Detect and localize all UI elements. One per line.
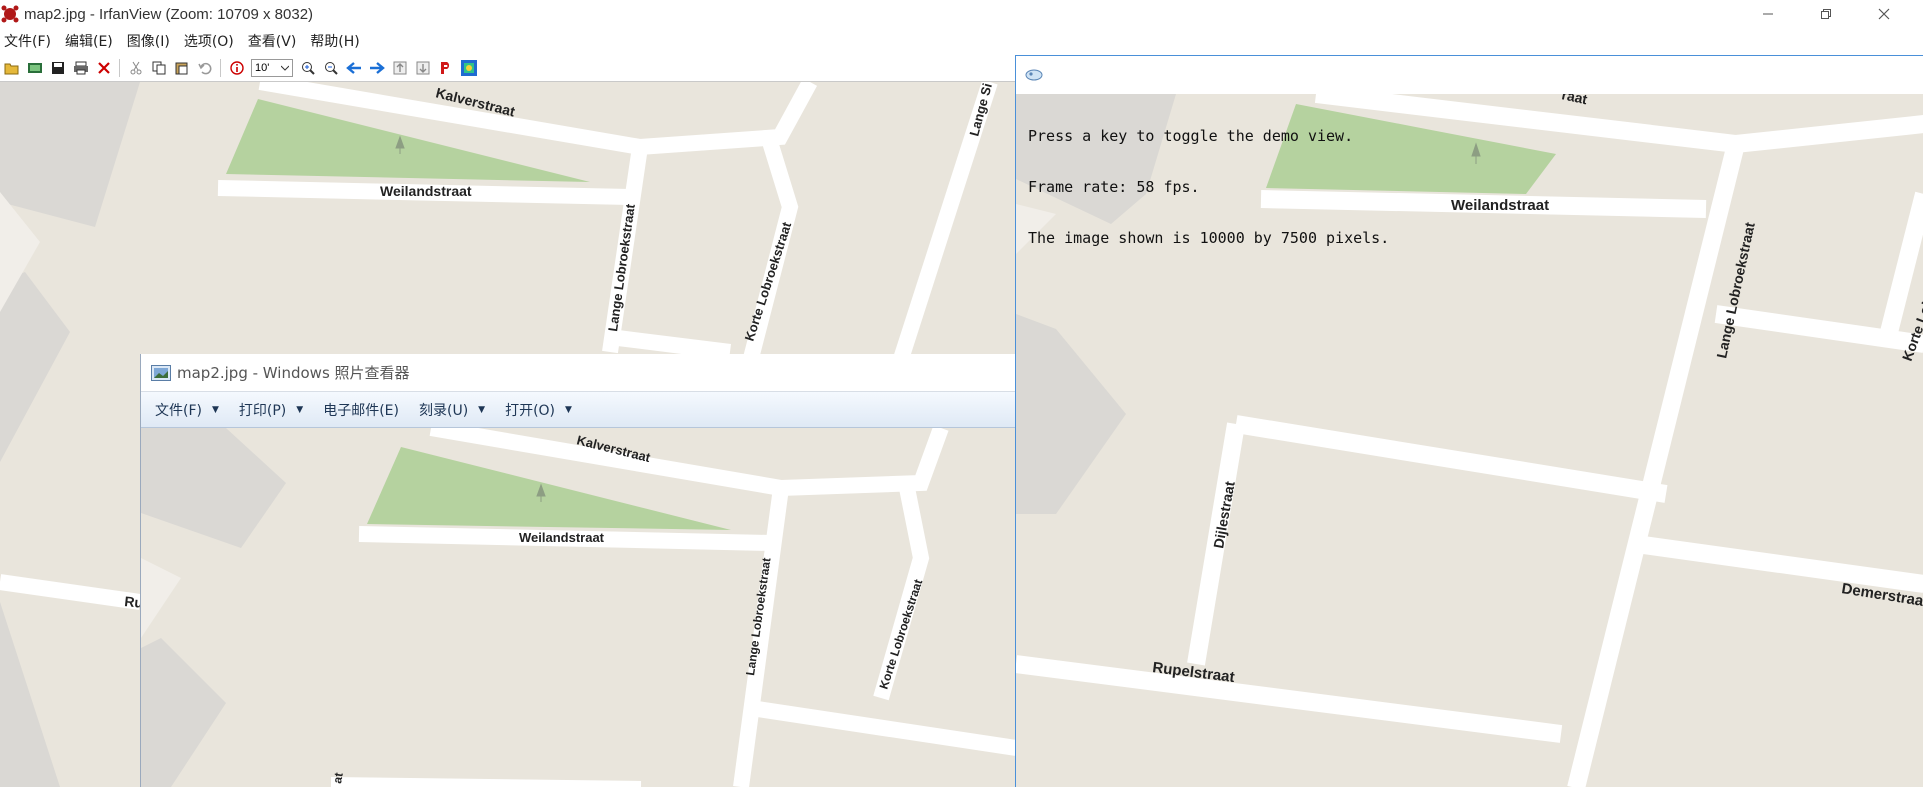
irfanview-app-icon xyxy=(0,4,20,24)
restore-icon xyxy=(1821,9,1831,19)
toolbar-divider xyxy=(220,58,221,77)
photo-viewer-title: map2.jpg - Windows 照片查看器 xyxy=(177,364,410,382)
pv-menu-label: 打印(P) xyxy=(238,402,287,419)
save-icon[interactable] xyxy=(49,59,67,77)
pv-menu-file[interactable]: 文件(F) ▼ xyxy=(155,400,219,420)
restore-button[interactable] xyxy=(1797,0,1855,28)
menu-view[interactable]: 查看(V) xyxy=(248,31,297,51)
previous-icon[interactable] xyxy=(345,59,363,77)
demo-image-canvas[interactable]: raat Weilandstraat Lange Lobroekstraat K… xyxy=(1016,94,1923,787)
minimize-icon xyxy=(1763,13,1773,15)
copy-icon[interactable] xyxy=(150,59,168,77)
chevron-down-icon xyxy=(281,65,289,71)
irfanview-titlebar[interactable]: map2.jpg - IrfanView (Zoom: 10709 x 8032… xyxy=(0,0,1923,28)
window-title: map2.jpg - IrfanView (Zoom: 10709 x 8032… xyxy=(24,5,314,23)
menu-help[interactable]: 帮助(H) xyxy=(310,31,359,51)
first-icon[interactable] xyxy=(391,59,409,77)
dropdown-caret-icon: ▼ xyxy=(211,404,219,415)
zoom-value: 10' xyxy=(255,61,270,74)
pv-menu-open[interactable]: 打开(O) ▼ xyxy=(505,400,572,420)
map-label-weilandstraat: Weilandstraat xyxy=(519,530,605,545)
demo-info-line: Frame rate: 58 fps. xyxy=(1028,178,1200,196)
menu-file[interactable]: 文件(F) xyxy=(4,31,51,51)
photo-viewer-window: map2.jpg - Windows 照片查看器 文件(F) ▼ 打印(P) ▼ 电… xyxy=(140,354,1015,787)
close-button[interactable] xyxy=(1855,0,1913,28)
demo-window: raat Weilandstraat Lange Lobroekstraat K… xyxy=(1015,55,1923,787)
pv-menu-email[interactable]: 电子邮件(E) xyxy=(323,400,399,420)
menu-edit[interactable]: 编辑(E) xyxy=(65,31,113,51)
paint-icon[interactable] xyxy=(437,59,455,77)
undo-icon[interactable] xyxy=(196,59,214,77)
photo-viewer-app-icon xyxy=(151,364,171,381)
zoom-out-icon[interactable] xyxy=(322,59,340,77)
photo-viewer-menubar: 文件(F) ▼ 打印(P) ▼ 电子邮件(E) 刻录(U) ▼ 打开(O) ▼ xyxy=(141,392,1015,428)
menu-options[interactable]: 选项(O) xyxy=(184,31,234,51)
dropdown-caret-icon: ▼ xyxy=(565,404,572,415)
map-label-weilandstraat: Weilandstraat xyxy=(380,183,472,199)
menu-image[interactable]: 图像(I) xyxy=(127,31,170,51)
toolbar-divider xyxy=(119,58,120,77)
map-image: Kalverstraat Weilandstraat Lange Lobroek… xyxy=(141,428,1015,787)
print-icon[interactable] xyxy=(72,59,90,77)
paste-icon[interactable] xyxy=(173,59,191,77)
pv-menu-burn[interactable]: 刻录(U) ▼ xyxy=(419,400,485,420)
demo-info-overlay: Press a key to toggle the demo view. Fra… xyxy=(1028,94,1389,281)
irfanview-logo-icon[interactable] xyxy=(460,59,478,77)
slideshow-icon[interactable] xyxy=(26,59,44,77)
pv-menu-label: 文件(F) xyxy=(155,402,202,419)
close-icon xyxy=(1878,8,1890,20)
demo-info-line: The image shown is 10000 by 7500 pixels. xyxy=(1028,229,1390,247)
info-icon[interactable] xyxy=(228,59,246,77)
last-icon[interactable] xyxy=(414,59,432,77)
demo-app-icon xyxy=(1024,68,1044,82)
pv-menu-label: 刻录(U) xyxy=(418,402,469,419)
demo-info-line: Press a key to toggle the demo view. xyxy=(1028,127,1354,145)
map-label-weilandstraat: Weilandstraat xyxy=(1451,197,1549,214)
dropdown-caret-icon: ▼ xyxy=(296,404,304,415)
photo-viewer-titlebar[interactable]: map2.jpg - Windows 照片查看器 xyxy=(141,354,1015,392)
irfanview-menubar: 文件(F) 编辑(E) 图像(I) 选项(O) 查看(V) 帮助(H) xyxy=(0,28,1923,54)
photo-viewer-image-canvas[interactable]: Kalverstraat Weilandstraat Lange Lobroek… xyxy=(141,428,1015,787)
dropdown-caret-icon: ▼ xyxy=(478,404,486,415)
minimize-button[interactable] xyxy=(1739,0,1797,28)
pv-menu-label: 打开(O) xyxy=(505,402,556,419)
zoom-in-icon[interactable] xyxy=(299,59,317,77)
zoom-select[interactable]: 10' xyxy=(251,58,293,77)
demo-titlebar[interactable] xyxy=(1016,56,1923,94)
delete-icon[interactable] xyxy=(95,59,113,77)
next-icon[interactable] xyxy=(368,59,386,77)
pv-menu-label: 电子邮件(E) xyxy=(323,402,399,419)
pv-menu-print[interactable]: 打印(P) ▼ xyxy=(239,400,303,420)
cut-icon[interactable] xyxy=(127,59,145,77)
open-folder-icon[interactable] xyxy=(3,59,21,77)
